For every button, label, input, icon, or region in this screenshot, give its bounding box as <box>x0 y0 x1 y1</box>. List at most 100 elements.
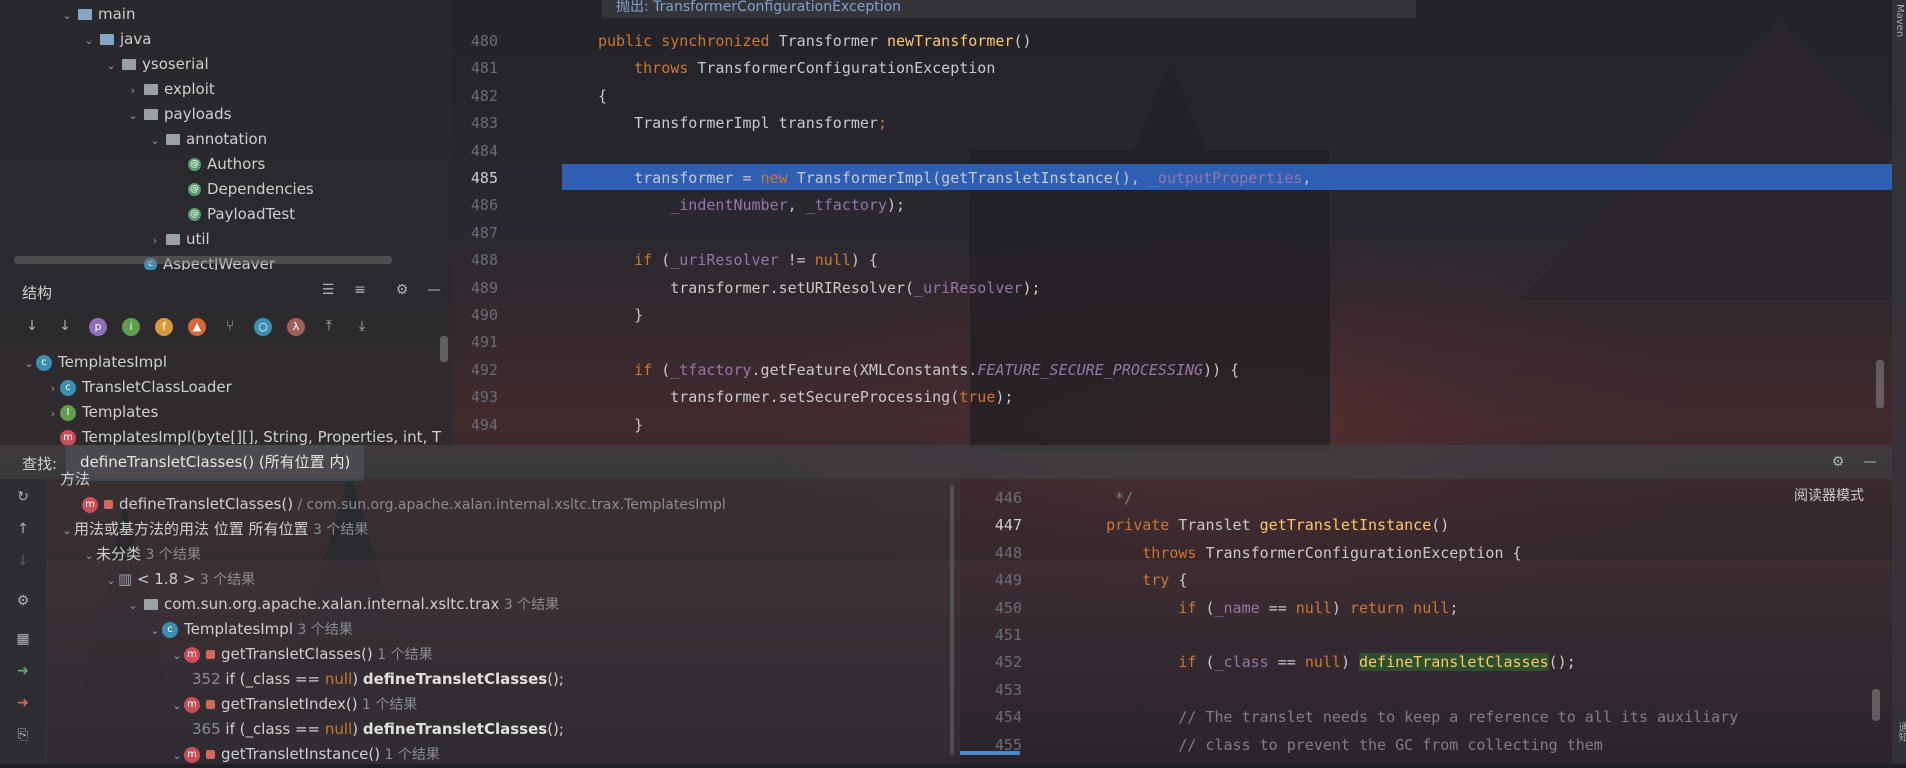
gear-icon[interactable]: ⚙ <box>1828 452 1848 472</box>
rerun-icon[interactable]: ↻ <box>13 487 33 507</box>
i-icon[interactable]: i <box>121 316 141 336</box>
chevron-down-icon[interactable]: ⌄ <box>60 518 74 543</box>
chevron-right-icon[interactable]: › <box>148 228 162 253</box>
filter-up-icon[interactable]: ⤒ <box>319 316 339 336</box>
project-tree-item[interactable]: › util <box>148 227 210 252</box>
chevron-down-icon[interactable]: ⌄ <box>170 643 184 668</box>
maven-tab[interactable]: Maven <box>1894 4 1905 37</box>
chevron-right-icon[interactable]: › <box>46 401 60 426</box>
usage-preview-editor[interactable]: 阅读器模式 446 */ 447 private Translet getTran… <box>960 479 1892 764</box>
find-results-tab[interactable]: defineTransletClasses() (所有位置 内) <box>66 445 365 481</box>
preview-h-scrollbar[interactable] <box>960 751 1020 755</box>
result-node[interactable]: ⌄ 用法或基方法的用法 位置 所有位置 3 个结果 <box>60 517 368 542</box>
hierarchy-icon[interactable]: ⑂ <box>220 316 240 336</box>
chevron-down-icon[interactable]: ⌄ <box>22 351 36 376</box>
project-tree-item[interactable]: @ Authors <box>170 152 265 177</box>
project-tree-item[interactable]: ⌄ annotation <box>148 127 267 152</box>
project-tree-label: java <box>120 30 152 48</box>
line-number: 487 <box>470 223 498 242</box>
filter-down-icon[interactable]: ⤓ <box>352 316 372 336</box>
result-node[interactable]: ⌄ m getTransletIndex() 1 个结果 <box>170 692 417 717</box>
chevron-down-icon[interactable]: ⌄ <box>148 618 162 643</box>
chevron-down-icon[interactable]: ⌄ <box>82 543 96 568</box>
project-tree-item[interactable]: ⌄ payloads <box>126 102 231 127</box>
collapse-all-icon[interactable]: ≡ <box>350 280 370 300</box>
project-h-scrollbar[interactable] <box>14 256 392 264</box>
previous-occurrence-icon[interactable]: ↑ <box>13 519 33 539</box>
result-node[interactable]: ⌄ m getTransletClasses() 1 个结果 <box>170 642 432 668</box>
chevron-down-icon[interactable]: ⌄ <box>126 593 140 618</box>
chevron-down-icon[interactable]: ⌄ <box>82 28 96 53</box>
chevron-down-icon[interactable]: ⌄ <box>170 743 184 768</box>
result-count: 3 个结果 <box>499 597 560 613</box>
class-icon: c <box>60 379 76 396</box>
export-icon[interactable]: ⎘ <box>13 725 33 745</box>
line-number: 482 <box>470 86 498 105</box>
gear-icon[interactable]: ⚙ <box>392 280 412 300</box>
result-node[interactable]: ⌄ c TemplatesImpl 3 个结果 <box>148 617 352 643</box>
project-tree-item[interactable]: @ PayloadTest <box>170 202 295 227</box>
project-tree-item[interactable]: @ Dependencies <box>170 177 314 202</box>
lambda-icon[interactable]: λ <box>286 316 306 336</box>
folder-icon <box>78 9 92 20</box>
navigate-in-icon[interactable]: ➜ <box>13 661 33 681</box>
code-editor[interactable]: 抛出: TransformerConfigurationException 48… <box>452 0 1892 445</box>
structure-item[interactable]: › c TransletClassLoader <box>46 375 232 400</box>
usage-row[interactable]: 352 if (_class == null) defineTransletCl… <box>192 667 564 692</box>
result-node[interactable]: 方法 <box>60 467 90 492</box>
throws-tooltip: 抛出: TransformerConfigurationException <box>602 0 1416 18</box>
p-icon[interactable]: p <box>88 316 108 336</box>
chevron-right-icon[interactable]: › <box>46 376 60 401</box>
code-line: transformer.setSecureProcessing(true); <box>598 388 1014 407</box>
minimize-icon[interactable]: — <box>424 280 444 300</box>
line-number: 483 <box>470 114 498 133</box>
chevron-down-icon[interactable]: ⌄ <box>104 53 118 78</box>
result-node[interactable]: ⌄ 未分类 3 个结果 <box>82 542 200 568</box>
results-scrollbar[interactable] <box>950 485 954 755</box>
chevron-right-icon[interactable]: › <box>126 78 140 103</box>
structure-item[interactable]: › I Templates <box>46 400 158 425</box>
next-occurrence-icon[interactable]: ↓ <box>13 551 33 571</box>
editor-scrollbar[interactable] <box>1876 360 1884 408</box>
minimize-icon[interactable]: — <box>1860 452 1880 472</box>
result-node[interactable]: m defineTransletClasses() / com.sun.org.a… <box>82 492 726 517</box>
lock-icon <box>206 750 215 759</box>
package-icon <box>166 134 180 145</box>
sort-visibility-icon[interactable]: ↓ <box>55 316 75 336</box>
chevron-down-icon[interactable]: ⌄ <box>126 103 140 128</box>
circle-icon[interactable]: ○ <box>253 316 273 336</box>
code-line: TransformerImpl transformer; <box>598 114 887 133</box>
sort-alpha-icon[interactable]: ↓ <box>22 316 42 336</box>
navigate-out-icon[interactable]: ➜ <box>13 693 33 713</box>
package-icon <box>144 84 158 95</box>
chevron-down-icon[interactable]: ⌄ <box>60 3 74 28</box>
line-number: 451 <box>994 626 1022 644</box>
chevron-down-icon[interactable]: ⌄ <box>104 568 118 593</box>
project-tree-item[interactable]: ⌄ java <box>82 27 151 52</box>
chevron-down-icon[interactable]: ⌄ <box>170 693 184 718</box>
gear-icon[interactable]: ⚙ <box>13 591 33 611</box>
project-tree-item[interactable]: ⌄ ysoserial <box>104 52 209 78</box>
preview-v-scrollbar[interactable] <box>1872 689 1880 721</box>
lock-icon <box>104 500 113 509</box>
result-node[interactable]: ⌄ ▥ < 1.8 > 3 个结果 <box>104 567 255 592</box>
chevron-down-icon[interactable]: ⌄ <box>148 128 162 153</box>
notifications-tab[interactable]: 通知 <box>1894 722 1906 742</box>
reader-mode-toggle[interactable]: 阅读器模式 <box>1794 485 1864 505</box>
project-tree-item[interactable]: ⌄ main <box>60 2 135 27</box>
project-tree-item[interactable]: › exploit <box>126 77 215 102</box>
project-tree-label: ysoserial <box>142 55 209 73</box>
flame-icon[interactable]: ▲ <box>187 316 207 336</box>
result-node[interactable]: ⌄ com.sun.org.apache.xalan.internal.xsltc… <box>126 592 559 617</box>
project-tree-label: Authors <box>207 155 266 173</box>
expand-all-icon[interactable]: ☰ <box>318 280 338 300</box>
f-icon[interactable]: f <box>154 316 174 336</box>
result-count: 3 个结果 <box>195 572 256 588</box>
group-by-icon[interactable]: ▦ <box>13 629 33 649</box>
result-node[interactable]: ⌄ m getTransletInstance() 1 个结果 <box>170 742 439 768</box>
usage-row[interactable]: 365 if (_class == null) defineTransletCl… <box>192 717 564 742</box>
code-line: if (_tfactory.getFeature(XMLConstants.FE… <box>634 360 1240 379</box>
method-icon: m <box>184 696 200 713</box>
structure-item[interactable]: ⌄ c TemplatesImpl <box>22 350 167 375</box>
method-icon: m <box>82 496 98 513</box>
